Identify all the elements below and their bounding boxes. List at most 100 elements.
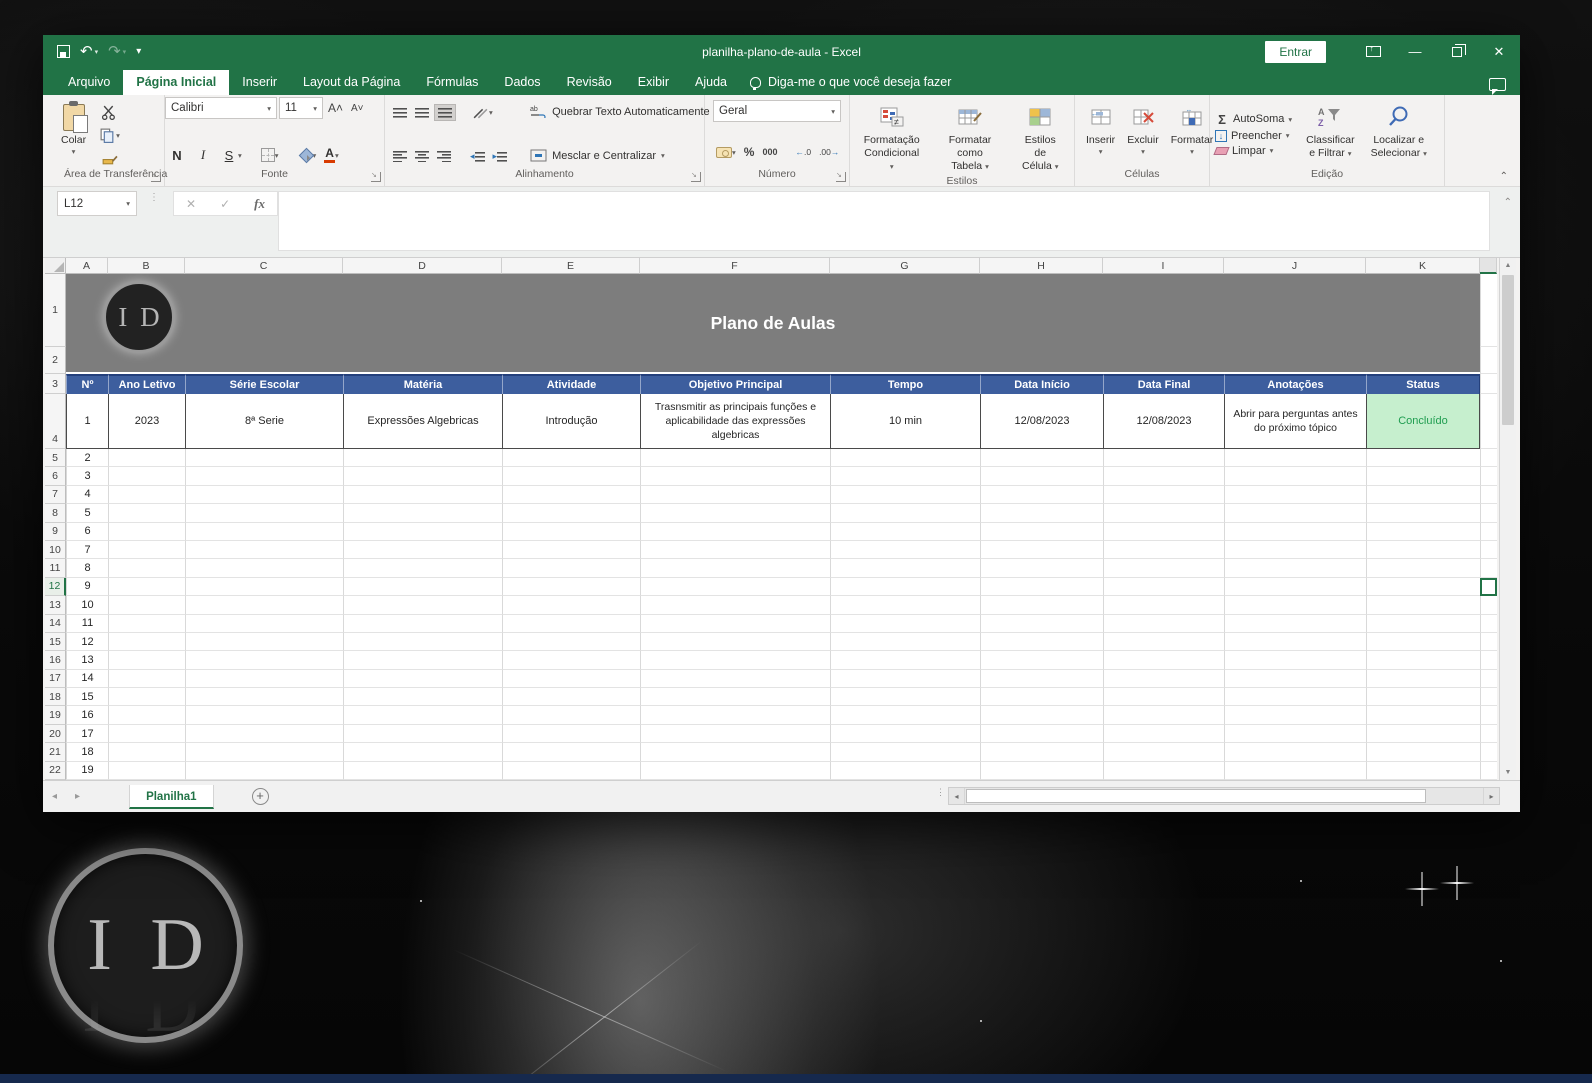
empty-cell[interactable]: [830, 559, 980, 578]
empty-cell[interactable]: [980, 632, 1103, 652]
font-name-select[interactable]: Calibri ▾: [165, 97, 277, 119]
empty-cell[interactable]: [640, 651, 830, 670]
undo-button[interactable]: ↶ ▾: [80, 44, 98, 59]
empty-cell[interactable]: [1366, 596, 1480, 615]
empty-cell[interactable]: [1224, 743, 1366, 762]
column-header-b[interactable]: B: [108, 258, 185, 274]
empty-cell[interactable]: [640, 467, 830, 486]
empty-cell[interactable]: [343, 651, 502, 670]
alignment-dialog-launcher[interactable]: ↘: [691, 172, 701, 182]
empty-cell[interactable]: [1480, 522, 1497, 541]
data-cell[interactable]: 8ª Serie: [185, 394, 343, 449]
empty-cell[interactable]: [1224, 761, 1366, 780]
empty-cell[interactable]: [343, 559, 502, 578]
empty-cell[interactable]: [830, 669, 980, 689]
empty-cell[interactable]: [185, 669, 343, 689]
empty-cell[interactable]: [640, 614, 830, 633]
cell-a11[interactable]: 8: [66, 559, 108, 578]
empty-cell[interactable]: [1480, 559, 1497, 578]
empty-cell[interactable]: [1366, 467, 1480, 486]
empty-cell[interactable]: [640, 577, 830, 597]
data-cell[interactable]: Concluído: [1366, 394, 1480, 449]
empty-cell[interactable]: [185, 596, 343, 615]
ribbon-tab-exibir[interactable]: Exibir: [625, 70, 682, 95]
align-bottom-button[interactable]: [434, 104, 456, 121]
empty-cell[interactable]: [1103, 651, 1224, 670]
empty-cell[interactable]: [502, 504, 640, 523]
selected-cell-l12[interactable]: [1480, 577, 1497, 597]
empty-cell[interactable]: [640, 688, 830, 707]
formula-input[interactable]: [278, 191, 1490, 251]
horizontal-scroll-thumb[interactable]: [966, 789, 1426, 803]
merge-center-button[interactable]: Mesclar e Centralizar ▾: [526, 147, 714, 164]
cell-a10[interactable]: 7: [66, 540, 108, 560]
redo-button[interactable]: ↷ ▾: [108, 44, 126, 59]
empty-cell[interactable]: [980, 577, 1103, 597]
empty-cell[interactable]: [1480, 724, 1497, 744]
empty-cell[interactable]: [830, 540, 980, 560]
empty-cell[interactable]: [108, 706, 185, 725]
column-header-f[interactable]: F: [640, 258, 830, 274]
empty-cell[interactable]: [1480, 706, 1497, 725]
empty-cell[interactable]: [640, 559, 830, 578]
empty-cell[interactable]: [1224, 540, 1366, 560]
row-header[interactable]: 19: [45, 706, 66, 725]
empty-cell[interactable]: [1366, 449, 1480, 468]
name-box[interactable]: L12 ▾: [57, 191, 137, 216]
row-header[interactable]: 15: [45, 632, 66, 652]
row-header[interactable]: 18: [45, 688, 66, 707]
minimize-button[interactable]: —: [1394, 35, 1436, 68]
empty-cell[interactable]: [343, 632, 502, 652]
increase-decimal-button[interactable]: ←.0: [792, 145, 814, 159]
row-header[interactable]: 10: [45, 540, 66, 560]
table-header-cell[interactable]: Série Escolar: [185, 374, 343, 394]
cell-a12[interactable]: 9: [66, 577, 108, 597]
empty-cell[interactable]: [502, 540, 640, 560]
close-button[interactable]: ✕: [1478, 35, 1520, 68]
row-header[interactable]: 6: [45, 467, 66, 486]
cell-a17[interactable]: 14: [66, 669, 108, 689]
number-format-select[interactable]: Geral ▾: [713, 100, 841, 122]
insert-cells-button[interactable]: ← Inserir ▾: [1080, 100, 1121, 168]
empty-cell[interactable]: [980, 614, 1103, 633]
empty-cell[interactable]: [830, 651, 980, 670]
empty-cell[interactable]: [343, 724, 502, 744]
empty-cell[interactable]: [1103, 467, 1224, 486]
cell-a20[interactable]: 17: [66, 724, 108, 744]
empty-cell[interactable]: [343, 577, 502, 597]
paste-button[interactable]: Colar ▾: [55, 100, 92, 168]
empty-cell[interactable]: [343, 688, 502, 707]
empty-cell[interactable]: [1103, 485, 1224, 505]
align-center-button[interactable]: [412, 149, 432, 164]
column-header-c[interactable]: C: [185, 258, 343, 274]
fill-button[interactable]: ↓ Preencher ▾: [1215, 129, 1292, 142]
empty-cell[interactable]: [1103, 743, 1224, 762]
empty-cell[interactable]: [1103, 669, 1224, 689]
empty-cell[interactable]: [640, 761, 830, 780]
empty-cell[interactable]: [830, 577, 980, 597]
align-right-button[interactable]: [434, 149, 454, 164]
empty-cell[interactable]: [108, 688, 185, 707]
tab-scroll-splitter[interactable]: ⋮: [936, 788, 945, 797]
empty-cell[interactable]: [1480, 743, 1497, 762]
column-header-i[interactable]: I: [1103, 258, 1224, 274]
font-size-select[interactable]: 11 ▾: [279, 97, 323, 119]
sheet-tab-planilha1[interactable]: Planilha1: [129, 784, 214, 809]
empty-cell[interactable]: [830, 688, 980, 707]
empty-cell[interactable]: [830, 522, 980, 541]
column-header-j[interactable]: J: [1224, 258, 1366, 274]
empty-cell[interactable]: [343, 761, 502, 780]
row-header[interactable]: 16: [45, 651, 66, 670]
cell-a21[interactable]: 18: [66, 743, 108, 762]
empty-cell[interactable]: [640, 724, 830, 744]
empty-cell[interactable]: [502, 706, 640, 725]
empty-cell[interactable]: [980, 761, 1103, 780]
empty-cell[interactable]: [185, 504, 343, 523]
empty-cell[interactable]: [830, 724, 980, 744]
empty-cell[interactable]: [1103, 522, 1224, 541]
grow-font-button[interactable]: A˄: [325, 99, 346, 117]
empty-cell[interactable]: [1366, 743, 1480, 762]
empty-cell[interactable]: [980, 651, 1103, 670]
empty-cell[interactable]: [1480, 485, 1497, 505]
row-header[interactable]: 4: [45, 394, 66, 449]
